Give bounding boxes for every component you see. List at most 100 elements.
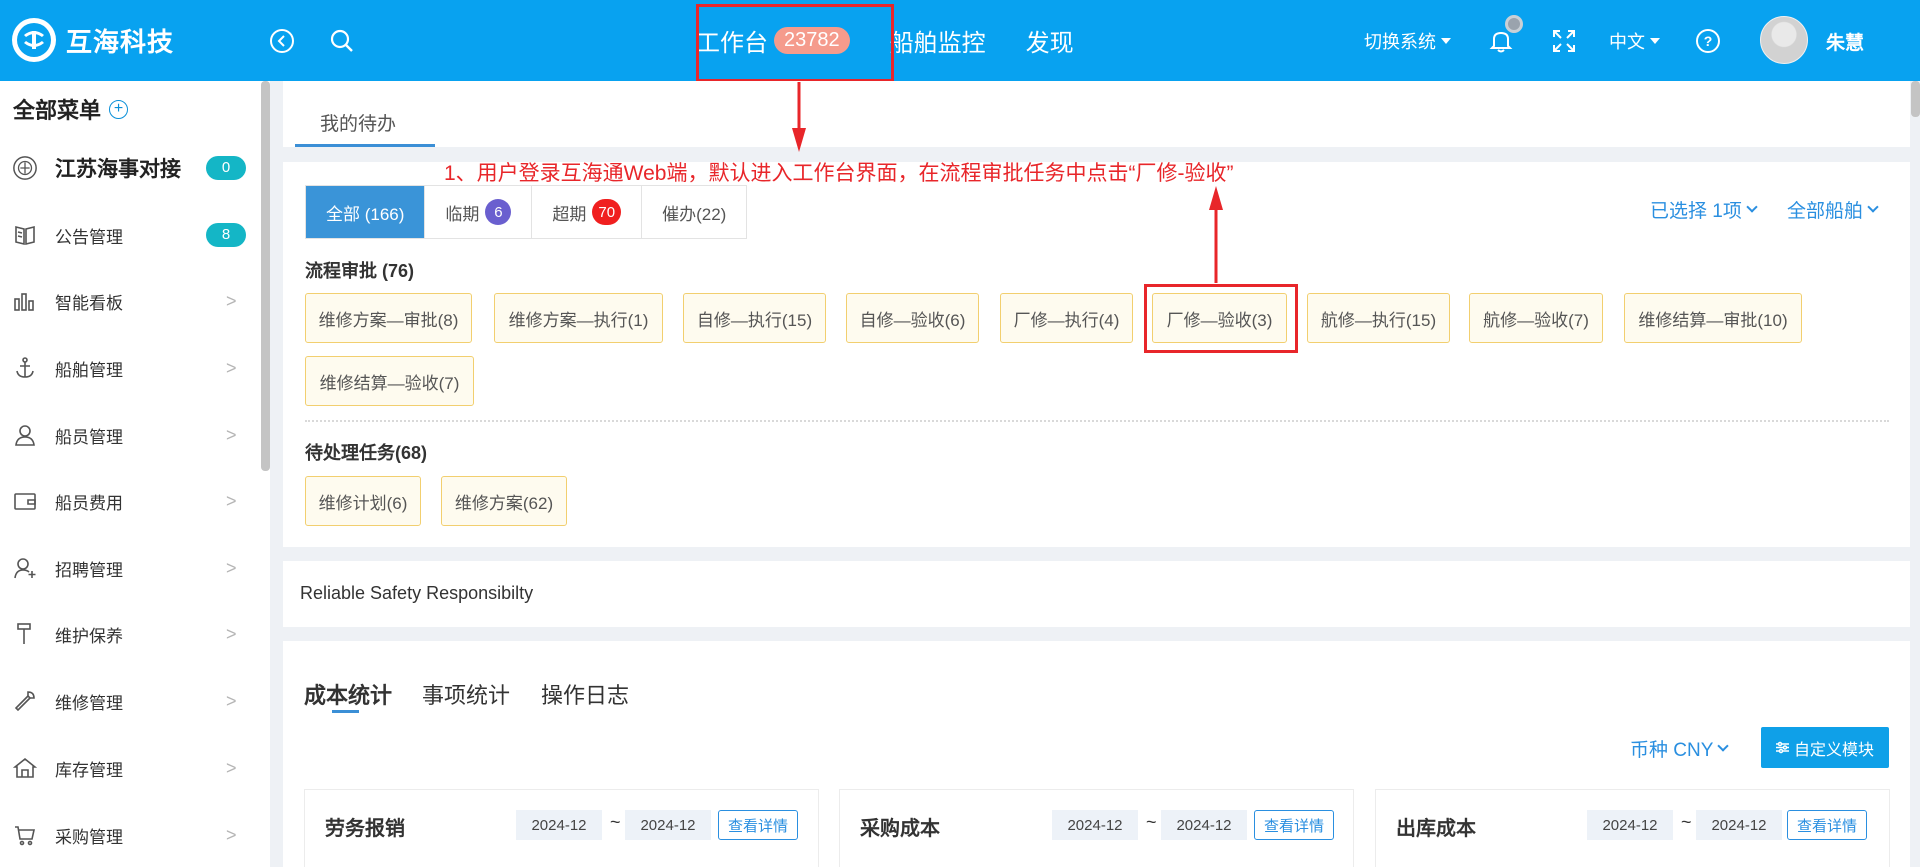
help-icon[interactable]: ?	[1694, 27, 1722, 55]
cost-card-title: 出库成本	[1396, 818, 1476, 840]
chevron-right-icon: >	[226, 824, 237, 845]
nav-ship-monitor[interactable]: 船舶监控	[890, 23, 986, 58]
back-icon[interactable]	[268, 27, 296, 55]
tab-event-statistics[interactable]: 事项统计	[422, 678, 510, 710]
filter-urged[interactable]: 催办(22)	[642, 186, 747, 238]
chevron-right-icon: >	[226, 690, 237, 711]
chip-settlement-approval[interactable]: 维修结算—审批(10)	[1624, 293, 1802, 343]
chip-settlement-acceptance[interactable]: 维修结算—验收(7)	[305, 356, 474, 406]
sidebar-item-crew-expenses[interactable]: 船员费用 >	[0, 474, 255, 528]
main-scrollbar[interactable]	[1911, 81, 1920, 117]
bar-chart-icon	[12, 288, 38, 314]
sidebar-scrollbar[interactable]	[261, 81, 270, 471]
sidebar-item-purchasing[interactable]: 采购管理 >	[0, 808, 255, 862]
selected-filter-label: 已选择 1项	[1650, 201, 1742, 222]
page-tab-bar: 我的待办	[283, 81, 1910, 147]
nav-discover[interactable]: 发现	[1026, 23, 1074, 58]
workbench-count-badge: 23782	[774, 27, 850, 54]
chip-yard-repair-acceptance[interactable]: 厂修—验收(3)	[1152, 293, 1287, 343]
language-label: 中文	[1609, 31, 1645, 52]
tab-operation-log[interactable]: 操作日志	[541, 678, 629, 710]
chip-self-repair-acceptance[interactable]: 自修—验收(6)	[846, 293, 979, 343]
chip-yard-repair-execution[interactable]: 厂修—执行(4)	[1000, 293, 1133, 343]
sidebar-item-announcements[interactable]: 公告管理 8	[0, 208, 255, 262]
pending-tasks-title: 待处理任务(68)	[305, 443, 428, 463]
sidebar-item-crew-management[interactable]: 船员管理 >	[0, 408, 255, 462]
slogan-text: Reliable Safety Responsibilty	[300, 583, 534, 603]
chevron-right-icon: >	[226, 757, 237, 778]
tab-cost-statistics[interactable]: 成本统计	[304, 678, 392, 710]
chevron-right-icon: >	[226, 424, 237, 445]
tab-my-todo[interactable]: 我的待办	[320, 109, 396, 136]
all-ships-dropdown[interactable]: 全部船舶	[1787, 196, 1879, 223]
filter-near-due-label: 临期	[445, 204, 480, 224]
sidebar-item-label: 江苏海事对接	[55, 158, 181, 181]
date-from-field[interactable]: 2024-12	[1052, 810, 1138, 840]
sidebar-item-jiangsu-maritime[interactable]: 江苏海事对接 0	[0, 141, 255, 195]
chevron-right-icon: >	[226, 557, 237, 578]
fullscreen-icon[interactable]	[1550, 27, 1578, 55]
chip-repair-plan-execution[interactable]: 维修方案—执行(1)	[494, 293, 663, 343]
date-from-field[interactable]: 2024-12	[516, 810, 602, 840]
view-details-button[interactable]: 查看详情	[1787, 810, 1867, 840]
username[interactable]: 朱慧	[1826, 28, 1864, 55]
all-ships-label: 全部船舶	[1787, 201, 1864, 222]
date-separator: ~	[1681, 812, 1692, 832]
chevron-down-icon	[1867, 201, 1879, 213]
sidebar-item-label: 库存管理	[55, 760, 123, 780]
date-from-field[interactable]: 2024-12	[1587, 810, 1673, 840]
wallet-icon	[12, 488, 38, 514]
chip-repair-plan-approval[interactable]: 维修方案—审批(8)	[305, 293, 472, 343]
view-details-button[interactable]: 查看详情	[1254, 810, 1334, 840]
sidebar-item-label: 智能看板	[55, 293, 123, 313]
chip-maintenance-plan[interactable]: 维修计划(6)	[305, 476, 421, 526]
view-details-button[interactable]: 查看详情	[718, 810, 798, 840]
add-circle-icon[interactable]: +	[109, 99, 129, 119]
caret-down-icon	[1441, 37, 1451, 44]
emblem-icon	[12, 155, 38, 181]
near-due-badge: 6	[485, 199, 512, 225]
sidebar-item-inventory[interactable]: 库存管理 >	[0, 741, 255, 795]
wrench-icon	[12, 688, 38, 714]
date-to-field[interactable]: 2024-12	[625, 810, 711, 840]
tab-underline	[295, 144, 435, 147]
date-separator: ~	[1146, 812, 1157, 832]
search-icon[interactable]	[328, 27, 356, 55]
custom-module-button[interactable]: 自定义模块	[1761, 727, 1889, 768]
chip-self-repair-execution[interactable]: 自修—执行(15)	[683, 293, 826, 343]
sidebar-item-label: 船员费用	[55, 493, 123, 513]
filter-tabs: 全部 (166) 临期 6 超期 70 催办(22)	[305, 185, 748, 239]
currency-dropdown[interactable]: 币种 CNY	[1630, 735, 1730, 762]
filter-all[interactable]: 全部 (166)	[306, 186, 426, 238]
chip-voyage-repair-execution[interactable]: 航修—执行(15)	[1307, 293, 1450, 343]
date-to-field[interactable]: 2024-12	[1161, 810, 1247, 840]
brand-logo[interactable]: 互海科技	[12, 18, 174, 62]
sidebar-item-label: 采购管理	[55, 827, 123, 847]
switch-system-dropdown[interactable]: 切换系统	[1364, 0, 1451, 81]
chevron-right-icon: >	[226, 290, 237, 311]
chip-voyage-repair-acceptance[interactable]: 航修—验收(7)	[1469, 293, 1603, 343]
chevron-down-icon	[1717, 740, 1730, 752]
filter-near-due[interactable]: 临期 6	[425, 186, 533, 238]
book-icon	[12, 222, 38, 248]
cost-card-title: 劳务报销	[325, 818, 405, 840]
avatar[interactable]	[1760, 16, 1808, 64]
sidebar-item-smart-board[interactable]: 智能看板 >	[0, 274, 255, 328]
date-to-field[interactable]: 2024-12	[1696, 810, 1782, 840]
cost-card-outbound: 出库成本 2024-12 ~ 2024-12 查看详情	[1375, 789, 1890, 867]
language-dropdown[interactable]: 中文	[1609, 0, 1660, 81]
sidebar-item-repair-management[interactable]: 维修管理 >	[0, 674, 255, 728]
nav-workbench-label: 工作台	[696, 30, 768, 57]
process-approval-title: 流程审批 (76)	[305, 261, 415, 281]
selected-filter-dropdown[interactable]: 已选择 1项	[1650, 196, 1758, 223]
filter-overdue[interactable]: 超期 70	[532, 186, 643, 238]
sidebar-item-label: 招聘管理	[55, 560, 123, 580]
nav-workbench[interactable]: 工作台 23782	[696, 23, 850, 58]
sidebar-item-maintenance[interactable]: 维护保养 >	[0, 607, 255, 661]
chevron-down-icon	[1746, 201, 1758, 213]
caret-down-icon	[1650, 37, 1660, 44]
chip-repair-plan[interactable]: 维修方案(62)	[441, 476, 567, 526]
sidebar-item-ship-management[interactable]: 船舶管理 >	[0, 341, 255, 395]
sidebar-item-recruitment[interactable]: 招聘管理 >	[0, 541, 255, 595]
overdue-badge: 70	[592, 199, 622, 225]
